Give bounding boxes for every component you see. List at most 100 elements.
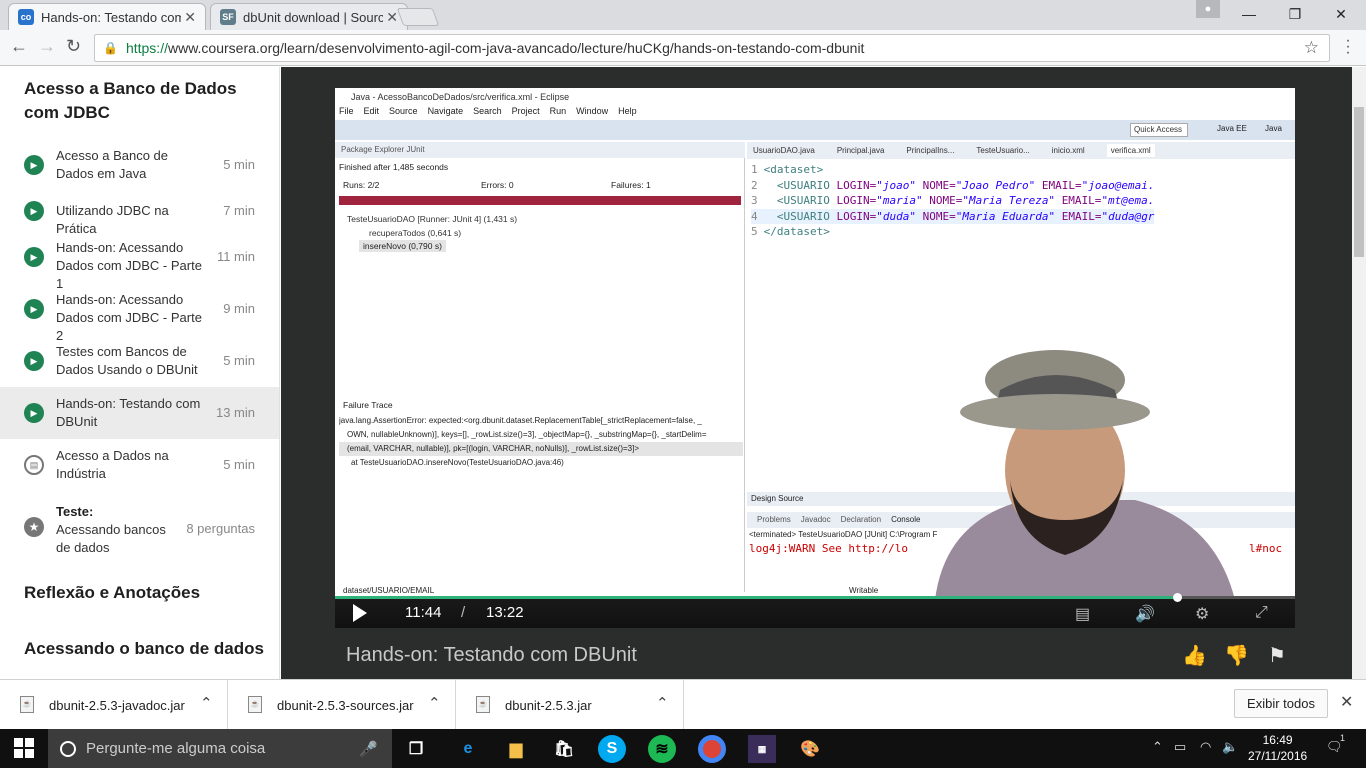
downloads-bar: ☕ dbunit-2.5.3-javadoc.jar ⌃ ☕ dbunit-2.…: [0, 679, 1366, 730]
page-scrollbar[interactable]: [1352, 67, 1366, 679]
lesson-label: Hands-on: Testando com DBUnit: [56, 396, 201, 429]
lesson-item[interactable]: ▶ Hands-on: Acessando Dados com JDBC - P…: [0, 283, 279, 343]
windows-start-icon[interactable]: [14, 738, 34, 758]
video-title: Hands-on: Testando com DBUnit: [346, 644, 637, 666]
system-clock[interactable]: 16:49 27/11/2016: [1248, 732, 1307, 764]
section-title[interactable]: Acessando o banco de dados: [24, 637, 264, 661]
eclipse-menu: File Edit Source Navigate Search Project Run Wi…: [339, 106, 637, 116]
tab-sourceforge[interactable]: SF dbUnit download | Sourc ✕: [210, 3, 408, 30]
section-title[interactable]: Reflexão e Anotações: [24, 581, 264, 605]
back-icon[interactable]: ←: [10, 36, 28, 57]
download-item[interactable]: ☕ dbunit-2.5.3.jar ⌃: [456, 680, 684, 730]
chevron-up-icon[interactable]: ⌃: [428, 694, 441, 712]
settings-gear-icon[interactable]: ⚙: [1195, 604, 1209, 624]
thumbs-up-icon[interactable]: 👍: [1182, 643, 1207, 668]
new-tab-button[interactable]: [396, 8, 440, 26]
junit-fail-bar: [339, 196, 741, 205]
volume-icon[interactable]: 🔊: [1135, 604, 1155, 624]
task-view-icon[interactable]: ❐: [402, 735, 430, 763]
progress-fill: [335, 596, 1177, 599]
browser-tab-strip: co Hands-on: Testando com ✕ SF dbUnit do…: [0, 0, 1366, 30]
video-progress-bar[interactable]: [335, 593, 1295, 602]
microphone-icon[interactable]: 🎤: [359, 740, 378, 758]
console-terminated: <terminated> TesteUsuarioDAO [JUnit] C:\…: [749, 530, 938, 539]
quiz-count: 8 perguntas: [186, 521, 255, 536]
close-downloads-icon[interactable]: ✕: [1340, 692, 1353, 712]
editor-tabs: UsuarioDAO.java Principal.java PrincipalIn…: [747, 142, 1295, 159]
lesson-item[interactable]: ▶ Hands-on: Acessando Dados com JDBC - P…: [0, 231, 279, 291]
show-all-downloads-button[interactable]: Exibir todos: [1234, 689, 1328, 718]
jar-file-icon: ☕: [248, 696, 262, 713]
url-scheme: https://: [125, 40, 168, 56]
paint-icon[interactable]: 🎨: [796, 735, 824, 763]
failure-trace-title: Failure Trace: [343, 400, 393, 410]
maximize-button[interactable]: ❐: [1272, 0, 1318, 28]
tab-coursera[interactable]: co Hands-on: Testando com ✕: [8, 3, 206, 30]
eclipse-title: Java - AcessoBancoDeDados/src/verifica.x…: [335, 88, 1295, 106]
clock-date: 27/11/2016: [1248, 749, 1308, 763]
transcript-icon[interactable]: ▤: [1075, 604, 1090, 624]
tray-chevron-icon[interactable]: ⌃: [1152, 739, 1163, 755]
coursera-icon: co: [18, 9, 34, 25]
close-tab-icon[interactable]: ✕: [386, 9, 398, 26]
profile-icon[interactable]: ●: [1196, 0, 1220, 18]
lesson-item[interactable]: ▤ Acesso a Dados na Indústria 5 min: [0, 439, 279, 491]
lesson-item-current[interactable]: ▶ Hands-on: Testando com DBUnit 13 min: [0, 387, 279, 439]
trace-line: at TesteUsuarioDAO.insereNovo(TesteUsuar…: [351, 458, 564, 467]
speaker-icon[interactable]: 🔈: [1222, 739, 1238, 755]
progress-knob[interactable]: [1172, 593, 1182, 602]
forward-icon[interactable]: →: [38, 36, 56, 57]
download-filename: dbunit-2.5.3-javadoc.jar: [49, 698, 185, 713]
skype-icon[interactable]: S: [598, 735, 626, 763]
thumbs-down-icon[interactable]: 👎: [1224, 643, 1249, 668]
lesson-item[interactable]: ▶ Utilizando JDBC na Prática 7 min: [0, 185, 279, 237]
quiz-item[interactable]: ★ Teste: Acessando bancos de dados 8 per…: [0, 497, 279, 563]
spotify-icon[interactable]: ≋: [648, 735, 676, 763]
junit-test-case: insereNovo (0,790 s): [359, 240, 446, 252]
notification-count: 1: [1340, 733, 1346, 743]
lesson-item[interactable]: ▶ Acesso a Banco de Dados em Java 5 min: [0, 139, 279, 191]
game-app-icon[interactable]: ▦: [748, 735, 776, 763]
edge-icon[interactable]: e: [454, 735, 482, 763]
download-item[interactable]: ☕ dbunit-2.5.3-sources.jar ⌃: [228, 680, 456, 730]
chevron-up-icon[interactable]: ⌃: [200, 694, 213, 712]
trace-line: (email, VARCHAR, nullable)], pk=[(login,…: [339, 442, 743, 456]
tab-title: Hands-on: Testando com: [41, 9, 181, 25]
console-log-tail: l#noc: [1249, 542, 1283, 555]
download-filename: dbunit-2.5.3.jar: [505, 698, 592, 713]
bookmark-star-icon[interactable]: ☆: [1304, 38, 1319, 58]
fullscreen-icon[interactable]: ⤢: [1255, 604, 1268, 622]
battery-icon[interactable]: ▭: [1174, 739, 1186, 755]
wifi-icon[interactable]: ◠: [1200, 739, 1211, 755]
lesson-item[interactable]: ▶ Testes com Bancos de Dados Usando o DB…: [0, 335, 279, 387]
reload-icon[interactable]: ↻: [66, 36, 81, 57]
junit-test-class: TesteUsuarioDAO [Runner: JUnit 4] (1,431…: [347, 214, 518, 224]
junit-panel: Package Explorer JUnit Finished after 1,…: [335, 142, 745, 595]
junit-test-case: recuperaTodos (0,641 s): [369, 228, 462, 238]
quiz-star-icon: ★: [24, 517, 44, 537]
trace-line: OWN, nullableUnknown)], keys=[], _rowLis…: [347, 430, 707, 439]
video-player[interactable]: Java - AcessoBancoDeDados/src/verifica.x…: [335, 88, 1295, 628]
file-explorer-icon[interactable]: ▆: [502, 735, 530, 763]
close-window-button[interactable]: ✕: [1318, 0, 1364, 28]
console-log: log4j:WARN See http://lo: [749, 542, 908, 555]
cortana-search-box[interactable]: Pergunte-me alguma coisa 🎤: [48, 729, 392, 768]
clock-time: 16:49: [1262, 733, 1293, 747]
search-placeholder: Pergunte-me alguma coisa: [86, 740, 266, 757]
flag-icon[interactable]: ⚑: [1268, 643, 1286, 668]
close-tab-icon[interactable]: ✕: [184, 9, 196, 26]
minimize-button[interactable]: —: [1226, 0, 1272, 28]
lesson-label: Acesso a Dados na Indústria: [56, 448, 169, 481]
download-item[interactable]: ☕ dbunit-2.5.3-javadoc.jar ⌃: [0, 680, 228, 730]
perspective-label: Java EE: [1217, 124, 1247, 133]
browser-menu-icon[interactable]: · · ·: [1342, 33, 1354, 61]
url-field[interactable]: 🔒 https://www.coursera.org/learn/desenvo…: [94, 34, 1330, 62]
chrome-icon[interactable]: [698, 735, 726, 763]
reading-icon: ▤: [24, 455, 44, 475]
current-time: 11:44: [405, 604, 442, 621]
chevron-up-icon[interactable]: ⌃: [656, 694, 669, 712]
store-icon[interactable]: 🛍: [550, 735, 578, 763]
quiz-label: Acessando bancos de dados: [56, 522, 166, 555]
play-button[interactable]: [353, 604, 367, 622]
lesson-duration: 5 min: [223, 353, 255, 368]
